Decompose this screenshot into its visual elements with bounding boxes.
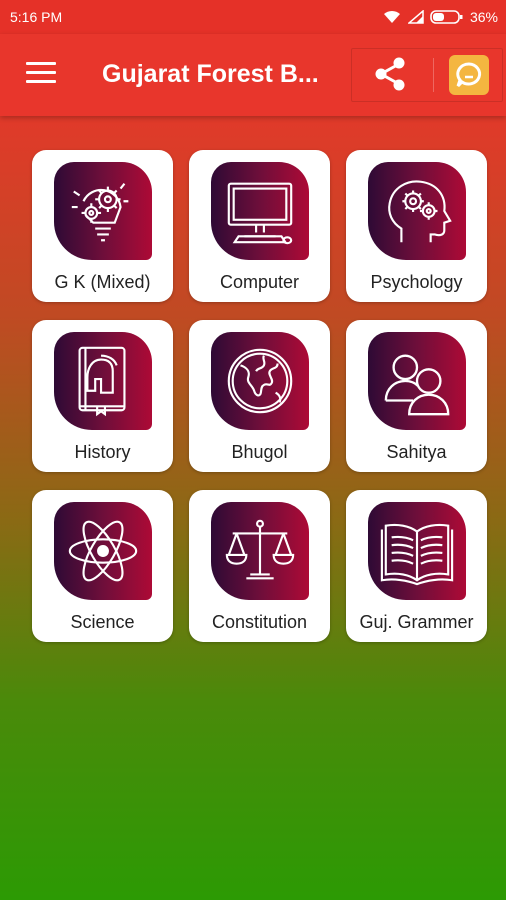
category-label: Sahitya xyxy=(386,442,447,462)
status-time: 5:16 PM xyxy=(10,9,63,25)
wifi-icon xyxy=(383,10,400,23)
status-icons: 36% xyxy=(382,9,498,25)
category-label: Psychology xyxy=(370,272,463,292)
category-tile-computer[interactable]: Computer xyxy=(189,150,330,302)
hamburger-menu-icon[interactable] xyxy=(26,62,56,86)
battery-icon xyxy=(430,10,463,24)
category-tile-sahitya[interactable]: Sahitya xyxy=(346,320,487,472)
head-gears-icon xyxy=(368,162,466,260)
atom-icon xyxy=(54,502,152,600)
spartan-helmet-book-icon xyxy=(54,332,152,430)
globe-icon xyxy=(211,332,309,430)
chat-bubble-icon xyxy=(456,62,482,88)
open-book-icon xyxy=(368,502,466,600)
share-icon[interactable] xyxy=(370,54,410,94)
category-label: Bhugol xyxy=(231,442,288,462)
category-tile-guj-grammer[interactable]: Guj. Grammer xyxy=(346,490,487,642)
chat-button[interactable] xyxy=(449,55,489,95)
scales-of-justice-icon xyxy=(211,502,309,600)
category-label: Constitution xyxy=(211,612,308,632)
category-label: Computer xyxy=(219,272,300,292)
status-bar: 5:16 PM 36% xyxy=(0,0,506,34)
category-tile-history[interactable]: History xyxy=(32,320,173,472)
category-tile-bhugol[interactable]: Bhugol xyxy=(189,320,330,472)
desktop-computer-icon xyxy=(211,162,309,260)
app-title: Gujarat Forest B... xyxy=(102,60,319,88)
category-tile-constitution[interactable]: Constitution xyxy=(189,490,330,642)
two-people-icon xyxy=(368,332,466,430)
battery-percent: 36% xyxy=(469,9,498,25)
category-tile-psychology[interactable]: Psychology xyxy=(346,150,487,302)
action-divider xyxy=(433,58,434,92)
lightbulb-gears-icon xyxy=(54,162,152,260)
app-bar: Gujarat Forest B... xyxy=(0,34,506,116)
category-label: Guj. Grammer xyxy=(359,612,474,632)
category-label: History xyxy=(74,442,131,462)
category-label: G K (Mixed) xyxy=(54,272,151,292)
category-tile-science[interactable]: Science xyxy=(32,490,173,642)
category-tile-gk-mixed[interactable]: G K (Mixed) xyxy=(32,150,173,302)
category-label: Science xyxy=(70,612,135,632)
signal-icon xyxy=(407,10,424,24)
